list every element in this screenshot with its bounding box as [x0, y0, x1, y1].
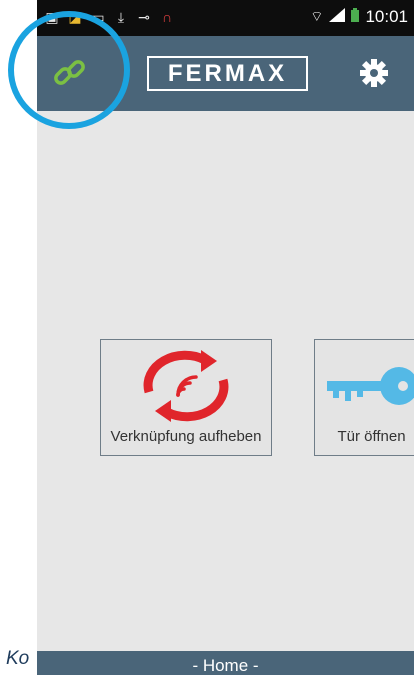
open-door-label: Tür öffnen [337, 428, 406, 445]
home-label: - Home - [192, 656, 259, 675]
key-icon [327, 367, 414, 405]
signal-icon [329, 7, 346, 27]
unlink-icon [143, 350, 229, 422]
fermax-logo: FERMAX [147, 56, 308, 91]
wifi-icon: ⌔ [310, 8, 324, 24]
open-door-button[interactable]: Tür öffnen [314, 339, 414, 456]
settings-button[interactable] [359, 58, 389, 88]
key-icon: ⊸ [138, 9, 150, 25]
link-icon [54, 60, 85, 85]
gear-icon [360, 59, 388, 87]
flipboard-icon: ◪ [68, 9, 82, 25]
app-header: FERMAX [37, 36, 414, 111]
home-tab[interactable]: - Home - [37, 651, 414, 675]
photo-icon: ▣ [45, 9, 59, 25]
headphones-icon: ∩ [161, 9, 173, 25]
clock: 10:01 [365, 7, 408, 26]
status-bar: ▣ ◪ ▭ ⤓ ⊸ ∩ ⌔ 10:01 [37, 0, 414, 36]
download-icon: ⤓ [117, 9, 125, 25]
system-indicators: ⌔ 10:01 [310, 7, 408, 27]
link-button[interactable] [51, 54, 89, 92]
notification-icons: ▣ ◪ ▭ ⤓ ⊸ ∩ [45, 10, 174, 24]
unlink-label: Verknüpfung aufheben [110, 428, 262, 445]
caption-text: Ko [6, 648, 30, 669]
unlink-button[interactable]: Verknüpfung aufheben [100, 339, 272, 456]
battery-icon [351, 7, 360, 27]
phone-screen: ▣ ◪ ▭ ⤓ ⊸ ∩ ⌔ 10:01 FERMAX Verknüpfung a… [37, 0, 414, 675]
image-icon: ▭ [91, 9, 105, 25]
